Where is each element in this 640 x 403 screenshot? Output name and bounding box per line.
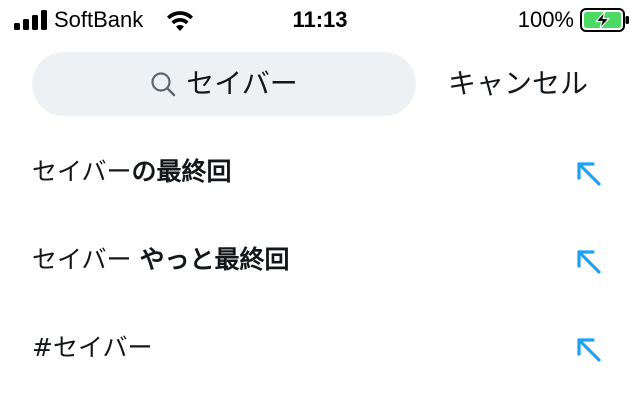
fill-query-arrow-icon[interactable] bbox=[574, 335, 602, 363]
suggestion-typed-part: #セイバー bbox=[32, 333, 153, 362]
battery-charging-icon bbox=[580, 8, 629, 32]
search-query-text[interactable]: セイバー bbox=[186, 66, 297, 102]
search-suggestions-list: セイバーの最終回 セイバー やっと最終回 #セイバー bbox=[0, 128, 640, 392]
cancel-button[interactable]: キャンセル bbox=[448, 52, 588, 116]
suggestion-typed-part: セイバー bbox=[32, 245, 140, 274]
status-bar: SoftBank 11:13 100% bbox=[0, 0, 640, 40]
suggestion-text[interactable]: セイバー やっと最終回 bbox=[32, 244, 289, 276]
fill-query-arrow-icon[interactable] bbox=[574, 159, 602, 187]
suggestion-item[interactable]: セイバー やっと最終回 bbox=[0, 216, 640, 304]
search-input[interactable]: セイバー bbox=[32, 52, 416, 116]
search-bar-row: セイバー キャンセル bbox=[0, 52, 640, 116]
suggestion-typed-part: セイバー bbox=[32, 157, 132, 186]
suggestion-completion-part: の最終回 bbox=[131, 157, 232, 186]
suggestion-item[interactable]: セイバーの最終回 bbox=[0, 128, 640, 216]
suggestion-completion-part: やっと最終回 bbox=[139, 245, 290, 274]
suggestion-item[interactable]: #セイバー bbox=[0, 304, 640, 392]
suggestion-text[interactable]: セイバーの最終回 bbox=[32, 156, 232, 188]
battery-percent: 100% bbox=[517, 7, 574, 32]
fill-query-arrow-icon[interactable] bbox=[574, 247, 602, 275]
suggestion-text[interactable]: #セイバー bbox=[32, 332, 152, 364]
search-icon bbox=[151, 72, 176, 97]
search-screen: SoftBank 11:13 100% セイバー キャンセル セイバーの最終回 bbox=[0, 0, 640, 403]
